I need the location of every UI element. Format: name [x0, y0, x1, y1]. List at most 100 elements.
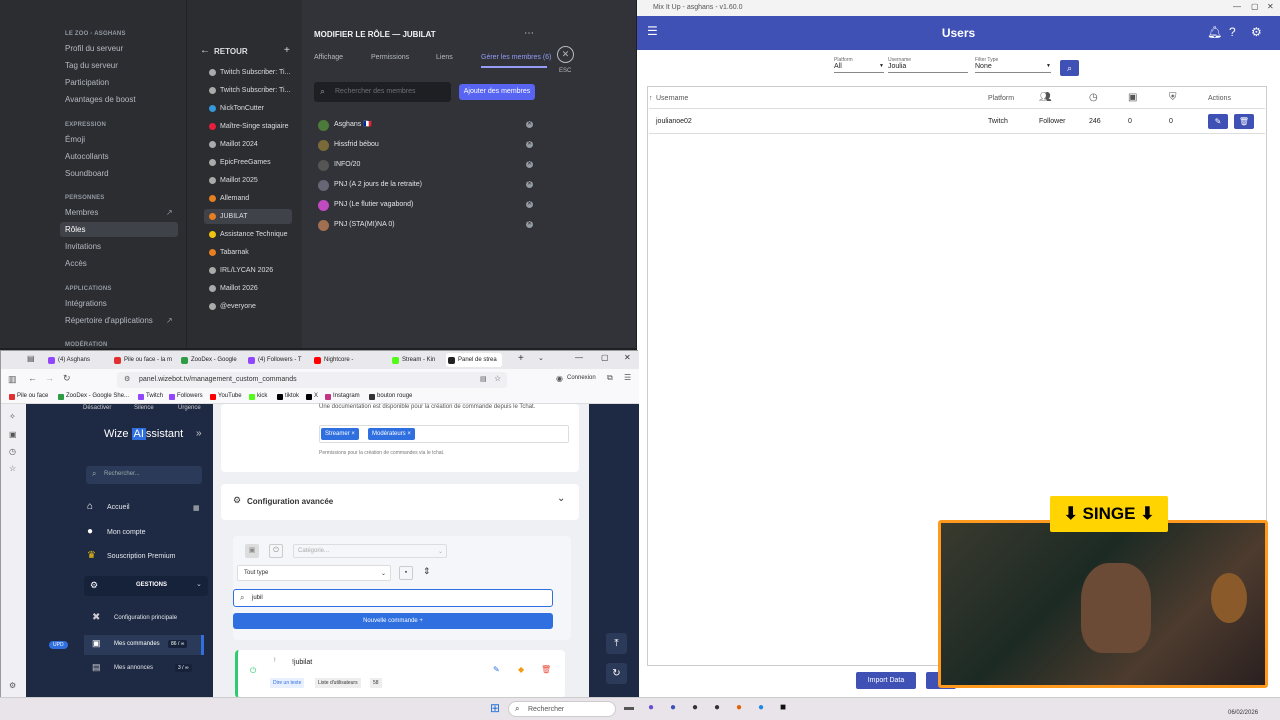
nav-app-directory[interactable]: Répertoire d'applications — [60, 313, 178, 328]
role-item[interactable]: IRL/LYCAN 2026 — [204, 263, 292, 278]
file-explorer-icon[interactable]: ▬ — [624, 702, 634, 713]
browser-tab[interactable]: (4) Followers - T — [246, 353, 310, 367]
nav-invitations[interactable]: Invitations — [60, 239, 178, 254]
bookmark-item[interactable]: bouton rouge — [369, 393, 412, 400]
reload-icon[interactable]: ↻ — [63, 373, 71, 384]
browser-tab[interactable]: Stream - Kin — [390, 353, 444, 367]
nav-server-profile[interactable]: Profil du serveur — [60, 41, 178, 56]
role-item[interactable]: Assistance Technique — [204, 227, 292, 242]
nav-roles[interactable]: Rôles — [60, 222, 178, 237]
role-item[interactable]: Tabarnak — [204, 245, 292, 260]
connexion-button[interactable]: Connexion — [567, 375, 596, 381]
checkbox-icon[interactable]: ▣ — [245, 544, 259, 558]
minimize-icon[interactable]: — — [1233, 2, 1241, 11]
nav-announcements[interactable]: Mes annonces — [114, 665, 153, 671]
back-button[interactable]: RETOUR — [214, 47, 248, 56]
synced-tabs-icon[interactable]: ▣ — [9, 430, 17, 439]
role-item[interactable]: EpicFreeGames — [204, 155, 292, 170]
col-username[interactable]: Username — [656, 95, 688, 102]
remove-member-icon[interactable]: ✕ — [526, 161, 533, 168]
sidebar-icon[interactable]: ▤ — [27, 354, 35, 363]
remove-member-icon[interactable]: ✕ — [526, 181, 533, 188]
command-search-input[interactable]: ⌕ jubil — [233, 589, 553, 607]
remove-member-icon[interactable]: ✕ — [526, 141, 533, 148]
bookmark-item[interactable]: Followers — [169, 393, 203, 400]
nav-integrations[interactable]: Intégrations — [60, 296, 178, 311]
calendar-icon[interactable]: ▦ — [193, 504, 200, 512]
sort-icon[interactable]: ↑ — [649, 95, 653, 102]
nav-server-tag[interactable]: Tag du serveur — [60, 58, 178, 73]
nav-members[interactable]: Membres — [60, 205, 178, 220]
bookmark-item[interactable]: X — [306, 393, 318, 400]
chip-moderators[interactable]: Modérateurs × — [368, 428, 415, 440]
filter-type-select[interactable]: None ▼ — [975, 63, 1051, 73]
delete-icon[interactable]: 🗑︎ — [541, 665, 551, 674]
mixitup-app-icon[interactable]: ● — [670, 702, 676, 713]
collapse-icon[interactable]: » — [196, 428, 202, 439]
bookmark-item[interactable]: Instagram — [325, 393, 360, 400]
edit-icon[interactable]: ✎ — [493, 665, 500, 674]
tab-links[interactable]: Liens — [436, 54, 453, 61]
close-icon[interactable]: ✕ — [624, 353, 631, 362]
bookmark-item[interactable]: kick — [249, 393, 267, 400]
extensions-icon[interactable]: ⧉ — [607, 373, 613, 383]
history-icon[interactable]: ◷ — [9, 447, 16, 456]
obs-app-icon[interactable]: ● — [692, 702, 698, 713]
nav-participation[interactable]: Participation — [60, 75, 178, 90]
taskbar-search[interactable]: ⌕ Rechercher — [508, 701, 616, 717]
nav-home[interactable]: Accueil — [107, 504, 130, 511]
minimize-icon[interactable]: — — [575, 353, 583, 362]
sort-icon[interactable]: ⇕ — [423, 566, 431, 577]
member-search-input[interactable]: ⌕ Rechercher des membres — [314, 82, 451, 102]
role-item[interactable]: @everyone — [204, 299, 292, 314]
role-item[interactable]: Maillot 2024 — [204, 137, 292, 152]
add-members-button[interactable]: Ajouter des membres — [459, 84, 535, 100]
browser-tab[interactable]: Nightcore - — [312, 353, 388, 367]
customize-icon[interactable]: ⚙ — [9, 681, 16, 690]
currency-icon[interactable]: ▣ — [1128, 92, 1137, 103]
menu-icon[interactable]: ☰ — [624, 373, 631, 382]
app-icon[interactable]: ■ — [780, 702, 786, 713]
platform-select[interactable]: All ▼ — [834, 63, 884, 73]
power-icon[interactable]: ⏻ — [269, 544, 283, 558]
nav-main-config[interactable]: Configuration principale — [114, 615, 177, 621]
browser-tab[interactable]: Panel de strea — [446, 353, 502, 367]
type-select[interactable]: Tout type ⌄ — [237, 565, 391, 581]
forward-icon[interactable]: → — [45, 373, 54, 383]
help-icon[interactable]: ? — [1229, 25, 1236, 39]
notifications-icon[interactable]: 🔔︎ — [1207, 25, 1222, 39]
reader-view-icon[interactable]: ▤ — [480, 375, 487, 383]
firefox-app-icon[interactable]: ● — [736, 702, 742, 713]
gestions-section[interactable]: ⚙ GESTIONS ⌄ — [84, 576, 208, 596]
save-icon[interactable]: ▪ — [399, 566, 413, 580]
back-icon[interactable]: ← — [28, 373, 37, 383]
scroll-top-icon[interactable]: ⤒ — [606, 633, 627, 654]
new-tab-icon[interactable]: + — [518, 353, 524, 364]
close-icon[interactable]: ✕ — [557, 46, 574, 63]
disable-button[interactable]: Désactiver — [83, 405, 111, 411]
bookmark-star-icon[interactable]: ☆ — [494, 374, 501, 383]
arrow-left-icon[interactable]: ← — [200, 45, 210, 56]
advanced-config-card[interactable]: ⚙ Configuration avancée ⌄ — [221, 484, 579, 520]
chip-streamer[interactable]: Streamer × — [321, 428, 359, 440]
browser-tab[interactable]: Pile ou face - la m — [112, 353, 177, 367]
nav-commands[interactable]: ▣ Mes commandes 86 / ∞ — [84, 635, 204, 655]
role-item[interactable]: JUBILAT — [204, 209, 292, 224]
sidebar-toggle-icon[interactable]: ▥ — [8, 374, 17, 385]
command-row[interactable]: ⏻ ! !jubilat Dire un texte Liste d'utili… — [235, 650, 565, 698]
username-input[interactable]: Joulia — [888, 63, 968, 73]
discord-app-icon[interactable]: ● — [648, 702, 654, 713]
maximize-icon[interactable]: ▢ — [601, 353, 609, 362]
viewing-time-icon[interactable]: ◷ — [1089, 92, 1098, 103]
role-column-icon[interactable]: 👥︎ — [1039, 92, 1052, 103]
bookmarks-icon[interactable]: ☆ — [9, 464, 16, 473]
bookmark-item[interactable]: tiktok — [277, 393, 299, 400]
bookmark-item[interactable]: Pile ou face — [9, 393, 48, 400]
browser-tab[interactable]: ZooDex - Google — [179, 353, 244, 367]
role-item[interactable]: Maillot 2026 — [204, 281, 292, 296]
nav-boost[interactable]: Avantages de boost — [60, 92, 178, 107]
nav-premium[interactable]: Souscription Premium — [107, 553, 175, 560]
role-item[interactable]: Twitch Subscriber: Ti... — [204, 65, 292, 80]
remove-member-icon[interactable]: ✕ — [526, 221, 533, 228]
refresh-icon[interactable]: ↻ — [606, 663, 627, 684]
